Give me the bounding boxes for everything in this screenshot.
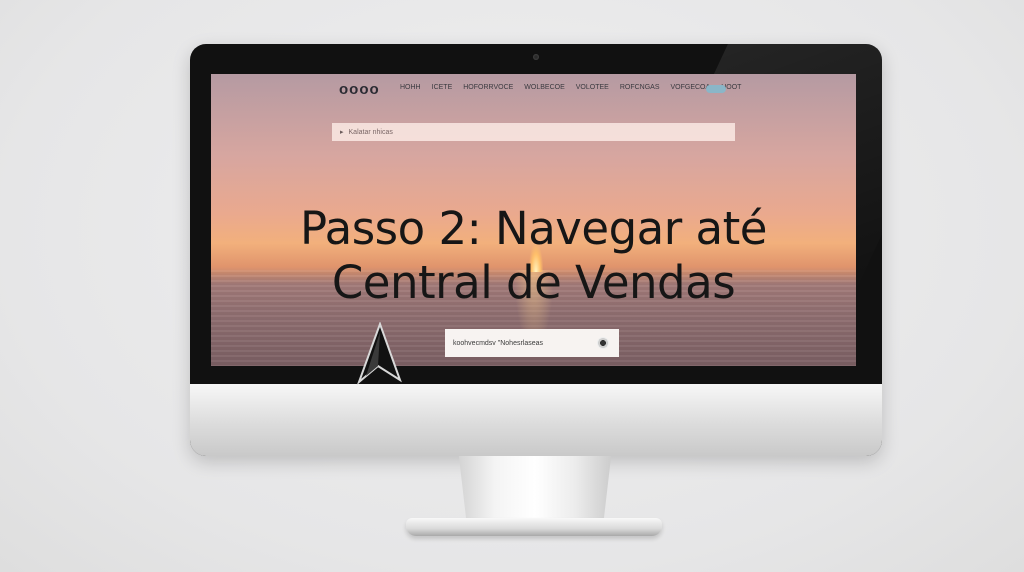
monitor-chin bbox=[190, 384, 882, 456]
cursor-arrow-icon bbox=[356, 322, 402, 386]
monitor-stand-base bbox=[406, 518, 662, 536]
nav-toggle[interactable] bbox=[706, 85, 726, 93]
top-nav: oooo HOHH ICETE HOFORRVOCE WOLBECOE VOLO… bbox=[211, 80, 856, 102]
title-line-2: Central de Vendas bbox=[331, 256, 736, 309]
title-line-1: Passo 2: Navegar até bbox=[300, 202, 767, 255]
nav-item[interactable]: HOFORRVOCE bbox=[463, 84, 513, 91]
search-icon: ▸ bbox=[340, 129, 344, 136]
page-title: Passo 2: Navegar até Central de Vendas bbox=[211, 202, 856, 310]
nav-item[interactable]: VOLOTEE bbox=[576, 84, 609, 91]
disc-icon[interactable] bbox=[597, 337, 609, 349]
nav-item[interactable]: VOFGECOA bbox=[671, 84, 711, 91]
stage: oooo HOHH ICETE HOFORRVOCE WOLBECOE VOLO… bbox=[0, 0, 1024, 572]
nav-menu: HOHH ICETE HOFORRVOCE WOLBECOE VOLOTEE R… bbox=[400, 84, 741, 91]
nav-item[interactable]: ICETE bbox=[432, 84, 453, 91]
webcam bbox=[533, 54, 539, 60]
monitor-stand-neck bbox=[458, 456, 612, 526]
screen: oooo HOHH ICETE HOFORRVOCE WOLBECOE VOLO… bbox=[211, 74, 856, 366]
nav-item[interactable]: HOHH bbox=[400, 84, 421, 91]
sales-central-field[interactable]: koohvecmdsv "Nohesrlaseas bbox=[445, 329, 619, 357]
nav-item[interactable]: WOLBECOE bbox=[524, 84, 564, 91]
nav-item[interactable]: ROFCNGAS bbox=[620, 84, 660, 91]
search-placeholder: Kalatar nhicas bbox=[348, 128, 393, 136]
site-logo[interactable]: oooo bbox=[339, 81, 380, 98]
sales-central-label: koohvecmdsv "Nohesrlaseas bbox=[453, 339, 544, 347]
search-bar[interactable]: ▸ Kalatar nhicas bbox=[332, 123, 735, 141]
